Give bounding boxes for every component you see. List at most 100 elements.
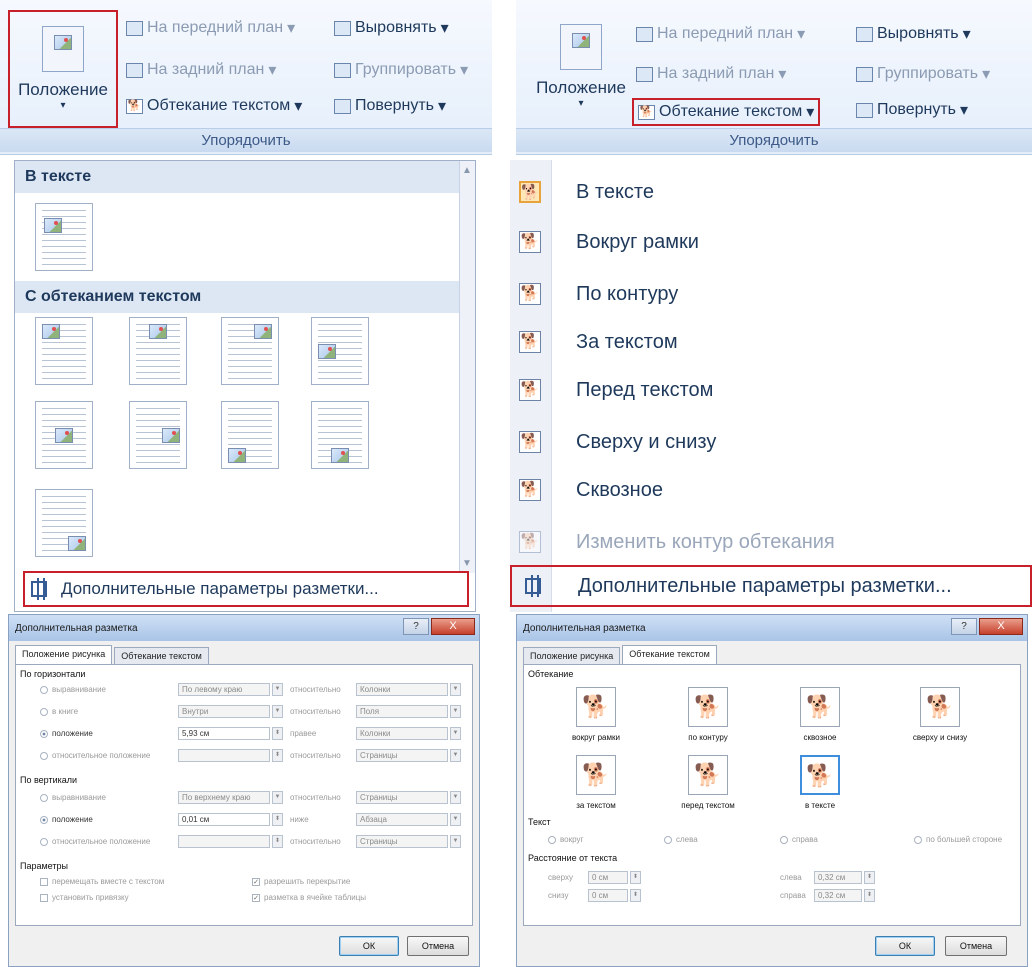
scroll-down-icon[interactable]: ▼	[462, 558, 472, 569]
distance-left-input[interactable]: 0,32 см	[814, 871, 862, 884]
move-with-text-checkbox[interactable]: перемещать вместе с текстом	[40, 877, 164, 886]
position-bottom-center-option[interactable]	[311, 401, 369, 469]
v-relative-radio[interactable]: относительное положение	[40, 837, 150, 846]
chevron-down-icon[interactable]: ▼	[450, 727, 461, 740]
ok-button[interactable]: ОК	[339, 936, 399, 956]
scroll-up-icon[interactable]: ▲	[462, 165, 472, 176]
v-position-radio[interactable]: положение	[40, 815, 93, 824]
h-relative-radio[interactable]: относительное положение	[40, 751, 150, 760]
ok-button[interactable]: ОК	[875, 936, 935, 956]
position-bottom-left-option[interactable]	[221, 401, 279, 469]
bring-front-button[interactable]: На передний план ▾	[636, 24, 805, 44]
spinner-icon[interactable]: ⬍	[272, 813, 283, 826]
lock-anchor-checkbox[interactable]: установить привязку	[40, 893, 129, 902]
group-button[interactable]: Группировать ▾	[334, 60, 468, 80]
wrap-behind-option[interactable]: 🐕	[576, 755, 616, 795]
menu-item-in-front[interactable]: 🐕 Перед текстом	[510, 366, 1032, 414]
spinner-icon[interactable]: ⬍	[272, 835, 283, 848]
v-relative-relative-select[interactable]: Страницы	[356, 835, 448, 848]
spinner-icon[interactable]: ⬍	[272, 749, 283, 762]
position-bottom-right-option[interactable]	[35, 489, 93, 557]
group-button[interactable]: Группировать ▾	[856, 64, 990, 84]
close-button[interactable]: X	[431, 618, 475, 635]
h-book-select[interactable]: Внутри	[178, 705, 270, 718]
chevron-down-icon[interactable]: ▼	[450, 835, 461, 848]
wrap-tight-option[interactable]: 🐕	[688, 687, 728, 727]
text-wrap-button[interactable]: 🐕 Обтекание текстом ▾	[126, 96, 302, 116]
help-button[interactable]: ?	[403, 618, 429, 635]
help-button[interactable]: ?	[951, 618, 977, 635]
h-book-relative-select[interactable]: Поля	[356, 705, 448, 718]
h-position-radio[interactable]: положение	[40, 729, 93, 738]
wrap-through-option[interactable]: 🐕	[800, 687, 840, 727]
cancel-button[interactable]: Отмена	[407, 936, 469, 956]
align-button[interactable]: Выровнять ▾	[334, 18, 449, 38]
text-largest-radio[interactable]: по большей стороне	[914, 835, 1002, 844]
chevron-down-icon[interactable]: ▼	[450, 683, 461, 696]
rotate-button[interactable]: Повернуть ▾	[856, 100, 968, 120]
h-book-radio[interactable]: в книге	[40, 707, 78, 716]
h-align-select[interactable]: По левому краю	[178, 683, 270, 696]
send-back-button[interactable]: На задний план ▾	[636, 64, 786, 84]
wrap-top-bottom-option[interactable]: 🐕	[920, 687, 960, 727]
v-align-radio[interactable]: выравнивание	[40, 793, 106, 802]
bring-front-button[interactable]: На передний план ▾	[126, 18, 295, 38]
layout-in-table-cell-checkbox[interactable]: ✓ разметка в ячейке таблицы	[252, 893, 366, 902]
position-middle-right-option[interactable]	[129, 401, 187, 469]
position-middle-center-option[interactable]	[35, 401, 93, 469]
send-back-button[interactable]: На задний план ▾	[126, 60, 276, 80]
chevron-down-icon[interactable]: ▼	[450, 749, 461, 762]
menu-item-top-bottom[interactable]: 🐕 Сверху и снизу	[510, 418, 1032, 466]
wrap-front-option[interactable]: 🐕	[688, 755, 728, 795]
menu-item-behind-text[interactable]: 🐕 За текстом	[510, 318, 1032, 366]
wrap-square-option[interactable]: 🐕	[576, 687, 616, 727]
gallery-scrollbar[interactable]: ▲ ▼	[459, 161, 475, 573]
spinner-icon[interactable]: ⬍	[864, 889, 875, 902]
chevron-down-icon[interactable]: ▼	[450, 813, 461, 826]
position-button[interactable]: Положение ▾	[8, 10, 118, 128]
chevron-down-icon[interactable]: ▼	[272, 705, 283, 718]
menu-item-edit-wrap-points[interactable]: 🐕 Изменить контур обтекания	[510, 518, 1032, 566]
v-position-relative-select[interactable]: Абзаца	[356, 813, 448, 826]
menu-item-more-layout-options[interactable]: Дополнительные параметры разметки...	[510, 565, 1032, 607]
text-right-radio[interactable]: справа	[780, 835, 818, 844]
position-in-text-option[interactable]	[35, 203, 93, 271]
chevron-down-icon[interactable]: ▼	[450, 705, 461, 718]
h-position-relative-select[interactable]: Колонки	[356, 727, 448, 740]
v-position-input[interactable]: 0,01 см	[178, 813, 270, 826]
chevron-down-icon[interactable]: ▼	[272, 791, 283, 804]
v-relative-input[interactable]	[178, 835, 270, 848]
text-wrap-button[interactable]: 🐕 Обтекание текстом ▾	[632, 98, 821, 126]
position-middle-left-option[interactable]	[311, 317, 369, 385]
h-align-relative-select[interactable]: Колонки	[356, 683, 448, 696]
cancel-button[interactable]: Отмена	[945, 936, 1007, 956]
spinner-icon[interactable]: ⬍	[630, 871, 641, 884]
spinner-icon[interactable]: ⬍	[630, 889, 641, 902]
wrap-inline-option[interactable]: 🐕	[800, 755, 840, 795]
allow-overlap-checkbox[interactable]: ✓ разрешить перекрытие	[252, 877, 350, 886]
align-button[interactable]: Выровнять ▾	[856, 24, 971, 44]
v-align-select[interactable]: По верхнему краю	[178, 791, 270, 804]
close-button[interactable]: X	[979, 618, 1023, 635]
distance-right-input[interactable]: 0,32 см	[814, 889, 862, 902]
spinner-icon[interactable]: ⬍	[272, 727, 283, 740]
h-relative-input[interactable]	[178, 749, 270, 762]
text-both-sides-radio[interactable]: вокруг	[548, 835, 583, 844]
menu-item-square[interactable]: 🐕 Вокруг рамки	[510, 218, 1032, 266]
position-top-center-option[interactable]	[129, 317, 187, 385]
position-top-right-option[interactable]	[221, 317, 279, 385]
menu-item-through[interactable]: 🐕 Сквозное	[510, 466, 1032, 514]
rotate-button[interactable]: Повернуть ▾	[334, 96, 446, 116]
v-align-relative-select[interactable]: Страницы	[356, 791, 448, 804]
position-button[interactable]: Положение ▾	[526, 10, 636, 128]
text-left-radio[interactable]: слева	[664, 835, 698, 844]
more-layout-options-item[interactable]: Дополнительные параметры разметки...	[23, 571, 469, 607]
menu-item-tight[interactable]: 🐕 По контуру	[510, 270, 1032, 318]
tab-picture-position[interactable]: Положение рисунка	[15, 645, 113, 664]
distance-bottom-input[interactable]: 0 см	[588, 889, 628, 902]
menu-item-in-text[interactable]: 🐕 В тексте	[510, 168, 1032, 216]
chevron-down-icon[interactable]: ▼	[272, 683, 283, 696]
chevron-down-icon[interactable]: ▼	[450, 791, 461, 804]
h-relative-relative-select[interactable]: Страницы	[356, 749, 448, 762]
h-align-radio[interactable]: выравнивание	[40, 685, 106, 694]
